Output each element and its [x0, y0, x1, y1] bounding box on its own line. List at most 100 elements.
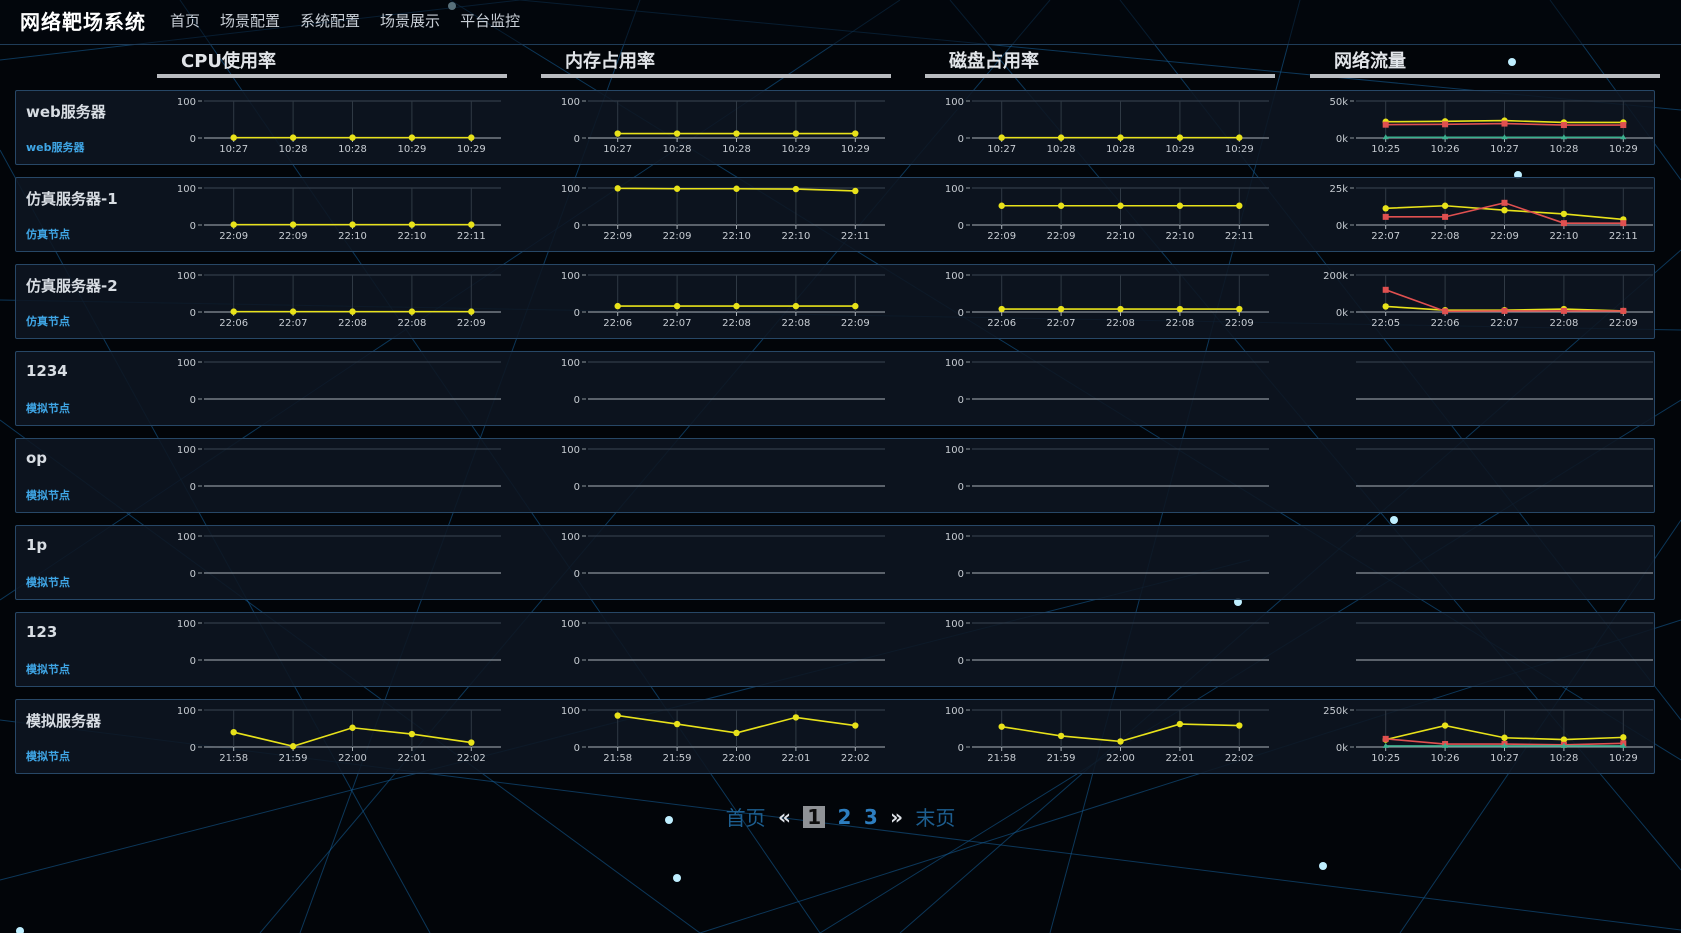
x-tick-label: 22:10 — [338, 231, 367, 242]
y-axis-min-label: 0k — [1336, 308, 1348, 319]
data-point — [733, 302, 740, 310]
nav-scene-display[interactable]: 场景展示 — [380, 10, 440, 31]
x-tick-label: 10:27 — [219, 144, 248, 155]
x-tick-label: 22:02 — [841, 753, 870, 764]
y-axis-max-label: 100 — [177, 445, 196, 456]
server-type-link[interactable]: 模拟节点 — [26, 574, 70, 590]
pagination-page-1[interactable]: 1 — [803, 805, 826, 828]
x-tick-label: 22:00 — [338, 753, 367, 764]
column-header-network: 网络流量 — [1310, 48, 1660, 78]
y-axis-max-label: 100 — [945, 271, 964, 282]
x-tick-label: 10:28 — [1047, 144, 1076, 155]
server-type-link[interactable]: 模拟节点 — [26, 400, 70, 416]
server-type-link[interactable]: web服务器 — [26, 139, 85, 155]
y-axis-min-label: 0 — [190, 221, 196, 232]
data-point — [289, 221, 297, 228]
data-point — [349, 724, 356, 731]
server-type-link[interactable]: 模拟节点 — [26, 487, 70, 503]
y-axis-min-label: 0 — [574, 482, 580, 493]
memory-chart: 100 0 10:27 10:28 10:28 10:29 10:29 — [561, 97, 885, 155]
nav-platform-monitor[interactable]: 平台监控 — [460, 10, 520, 31]
data-point — [1382, 121, 1389, 128]
data-point — [792, 185, 800, 193]
data-point — [1117, 738, 1124, 745]
column-header-memory: 内存占用率 — [541, 48, 891, 78]
x-tick-label: 10:28 — [1549, 144, 1578, 155]
data-point — [614, 712, 621, 719]
y-axis-min-label: 0 — [574, 656, 580, 667]
data-point — [733, 130, 740, 137]
y-axis-max-label: 100 — [945, 97, 964, 108]
x-tick-label: 22:07 — [1490, 318, 1519, 329]
data-point — [289, 743, 297, 750]
bg-node — [16, 927, 24, 933]
server-name: web服务器 — [26, 103, 106, 121]
x-tick-label: 22:08 — [338, 318, 367, 329]
x-tick-label: 22:10 — [781, 231, 810, 242]
pagination-page-3[interactable]: 3 — [864, 805, 878, 829]
x-tick-label: 22:10 — [722, 231, 751, 242]
data-point — [230, 134, 237, 141]
y-axis-max-label: 100 — [945, 445, 964, 456]
data-point — [1176, 134, 1184, 141]
data-point — [1057, 732, 1065, 740]
x-tick-label: 10:28 — [1106, 144, 1135, 155]
x-tick-label: 10:26 — [1431, 144, 1460, 155]
pagination-first[interactable]: 首页 — [726, 802, 766, 831]
cpu-chart: 100 0 22:09 22:09 22:10 22:10 22:11 — [177, 184, 501, 242]
server-type-link[interactable]: 模拟节点 — [26, 748, 70, 764]
pagination-prev[interactable]: « — [778, 805, 791, 829]
data-point — [1560, 122, 1567, 129]
y-axis-max-label: 100 — [177, 619, 196, 630]
memory-chart: 100 0 — [561, 532, 885, 580]
nav-home[interactable]: 首页 — [170, 10, 200, 31]
data-point — [468, 739, 475, 746]
server-type-link[interactable]: 仿真节点 — [26, 313, 70, 329]
memory-chart: 100 0 22:09 22:09 22:10 22:10 22:11 — [561, 184, 885, 242]
data-point — [792, 302, 800, 310]
y-axis-min-label: 0 — [190, 395, 196, 406]
server-type-link[interactable]: 仿真节点 — [26, 226, 70, 242]
y-axis-min-label: 0 — [574, 134, 580, 145]
pagination-next[interactable]: » — [890, 805, 903, 829]
data-point — [1382, 286, 1389, 293]
pagination: 首页 « 1 2 3 » 末页 — [0, 802, 1681, 831]
y-axis-max-label: 100 — [561, 706, 580, 717]
x-tick-label: 22:09 — [663, 231, 692, 242]
pagination-last[interactable]: 末页 — [915, 802, 955, 831]
y-axis-min-label: 0 — [190, 482, 196, 493]
y-axis-min-label: 0 — [958, 134, 964, 145]
memory-chart: 100 0 21:58 21:59 22:00 22:01 22:02 — [561, 706, 885, 764]
y-axis-min-label: 0 — [958, 569, 964, 580]
nav-scene-config[interactable]: 场景配置 — [220, 10, 280, 31]
data-point — [998, 202, 1005, 209]
data-point — [1236, 305, 1243, 313]
server-name: 仿真服务器-1 — [26, 190, 118, 208]
x-tick-label: 10:28 — [338, 144, 367, 155]
x-tick-label: 22:09 — [603, 231, 632, 242]
data-point — [1620, 122, 1627, 129]
server-row: 123 模拟节点 100 0 100 0 100 0 — [15, 612, 1655, 687]
x-tick-label: 22:09 — [1225, 318, 1254, 329]
nav-system-config[interactable]: 系统配置 — [300, 10, 360, 31]
x-tick-label: 22:01 — [397, 753, 426, 764]
data-point — [1117, 134, 1124, 141]
data-point — [673, 185, 681, 192]
x-tick-label: 22:07 — [663, 318, 692, 329]
x-tick-label: 10:29 — [1609, 753, 1638, 764]
x-tick-label: 22:11 — [841, 231, 870, 242]
x-tick-label: 22:11 — [1609, 231, 1638, 242]
data-point — [852, 130, 859, 137]
server-type-link[interactable]: 模拟节点 — [26, 661, 70, 677]
server-name: 123 — [26, 623, 58, 641]
data-point — [1236, 202, 1243, 209]
data-point — [230, 729, 237, 736]
data-point — [1057, 305, 1065, 313]
y-axis-max-label: 100 — [177, 358, 196, 369]
x-tick-label: 22:08 — [1431, 231, 1460, 242]
pagination-page-2[interactable]: 2 — [838, 805, 852, 829]
x-tick-label: 22:08 — [1106, 318, 1135, 329]
y-axis-max-label: 100 — [945, 532, 964, 543]
data-point — [1442, 308, 1449, 315]
data-point — [1441, 202, 1449, 209]
